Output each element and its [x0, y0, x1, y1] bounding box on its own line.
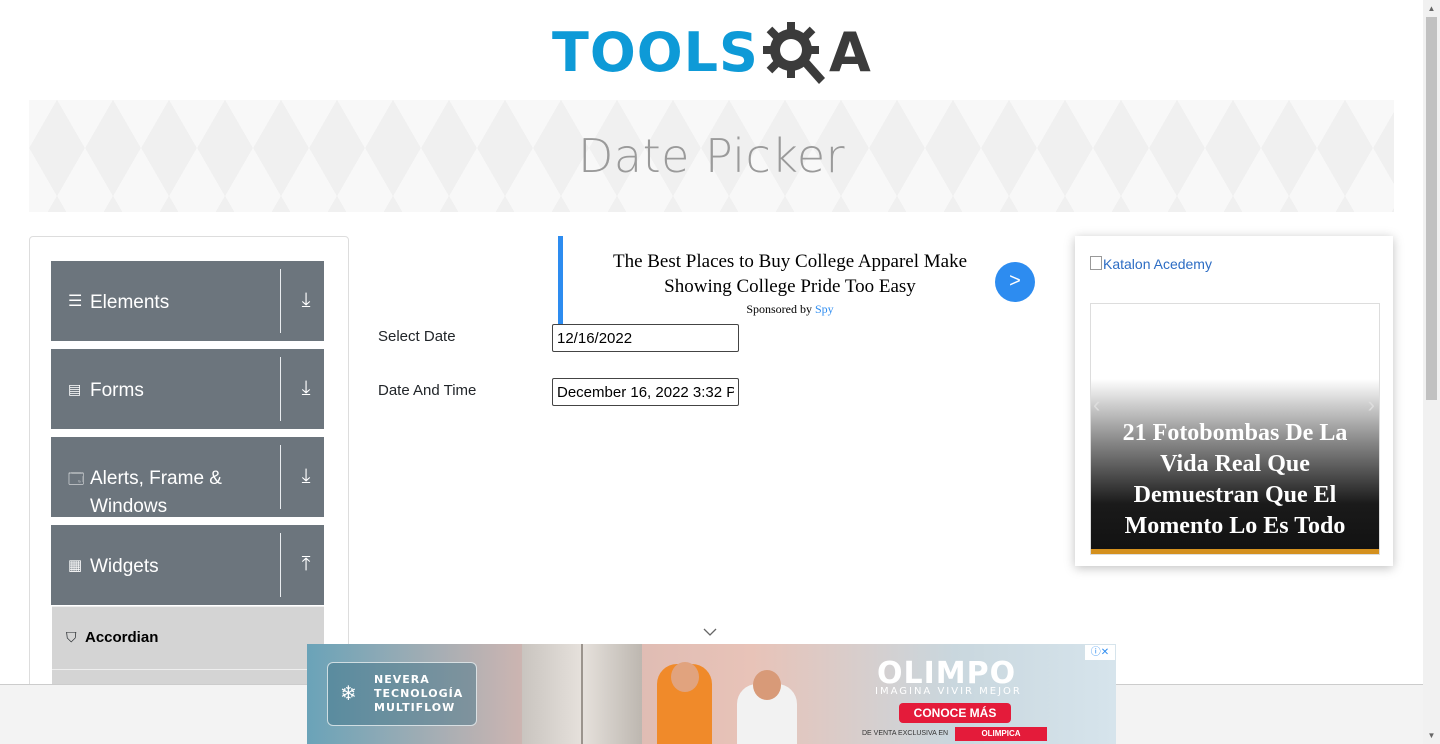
gear-magnifier-icon — [762, 22, 825, 84]
sidebar-item-accordian[interactable]: ⛉ Accordian — [52, 606, 324, 669]
divider — [280, 357, 281, 421]
date-and-time-label: Date And Time — [378, 382, 477, 399]
chevron-down-icon[interactable] — [702, 626, 718, 638]
widgets-icon: ▦ — [68, 557, 83, 574]
logo-tools-text: TOOLS — [552, 21, 759, 84]
katalon-broken-image-link[interactable]: Katalon Acedemy — [1090, 256, 1212, 272]
logo-qa-text: A — [828, 21, 871, 84]
broken-image-icon — [1090, 256, 1102, 270]
broken-image-alt: Katalon Acedemy — [1103, 256, 1212, 272]
fridge-door-line — [581, 644, 583, 744]
ad-frame[interactable]: ‹ › 21 Fotobombas De La Vida Real Que De… — [1090, 303, 1380, 555]
nevera-text: NEVERA TECNOLOGÍA MULTIFLOW — [374, 673, 464, 714]
person-head — [753, 670, 781, 700]
window-icon: 🗔 — [68, 471, 85, 488]
snowflake-icon: ❄ — [340, 683, 357, 705]
date-and-time-input[interactable] — [552, 378, 739, 406]
nav-group-label: Elements — [90, 292, 170, 313]
exclusive-text: DE VENTA EXCLUSIVA EN — [862, 730, 949, 737]
sponsored-by: Sponsored by Spy — [585, 302, 995, 317]
person-image — [737, 670, 797, 744]
nav-group-forms[interactable]: ▤ Forms ⤓ — [51, 349, 324, 429]
select-date-input[interactable] — [552, 324, 739, 352]
sponsored-ad[interactable]: The Best Places to Buy College Apparel M… — [558, 236, 1043, 326]
nav-group-label: Forms — [90, 380, 144, 401]
sponsored-by-prefix: Sponsored by — [746, 302, 812, 316]
sidebar-item-label: Accordian — [85, 629, 159, 646]
nav-group-alerts-frame-windows[interactable]: 🗔 Alerts, Frame & Windows ⤓ — [51, 437, 324, 517]
html5-shield-icon: ⛉ — [66, 629, 77, 645]
bottom-ad-banner[interactable]: ❄ NEVERA TECNOLOGÍA MULTIFLOW OLIMPO IMA… — [307, 644, 1116, 744]
divider — [280, 533, 281, 597]
divider — [280, 445, 281, 509]
select-date-label: Select Date — [378, 328, 456, 345]
vertical-scrollbar[interactable]: ▲ ▼ — [1423, 0, 1440, 744]
nav-group-widgets[interactable]: ▦ Widgets ⤒ — [51, 525, 324, 605]
hamburger-icon: ☰ — [68, 293, 83, 310]
scroll-down-arrow-icon[interactable]: ▼ — [1423, 727, 1440, 744]
document-icon: ▤ — [68, 381, 82, 397]
ad-headline[interactable]: 21 Fotobombas De La Vida Real Que Demues… — [1097, 418, 1373, 542]
expand-arrow-icon[interactable]: ⤓ — [288, 465, 324, 493]
expand-arrow-icon[interactable]: ⤓ — [288, 289, 324, 317]
divider — [280, 269, 281, 333]
scrollbar-thumb[interactable] — [1426, 17, 1437, 400]
right-ad-panel: Katalon Acedemy ‹ › 21 Fotobombas De La … — [1075, 236, 1393, 566]
next-arrow-button[interactable]: > — [995, 262, 1035, 302]
adchoices-close-icon[interactable]: ⓘ✕ — [1085, 645, 1115, 660]
page-banner: Date Picker — [29, 100, 1394, 212]
chevron-right-icon[interactable]: › — [1368, 392, 1375, 418]
nav-group-label: Widgets — [90, 556, 159, 577]
scroll-up-arrow-icon[interactable]: ▲ — [1423, 0, 1440, 17]
fridge-image — [522, 644, 642, 744]
ad-accent-bar — [1091, 549, 1379, 554]
nav-group-label: Alerts, Frame & Windows — [90, 468, 222, 517]
left-nav-panel: ☰ Elements ⤓ ▤ Forms ⤓ 🗔 Alerts, Frame &… — [29, 236, 349, 744]
page-title: Date Picker — [577, 129, 846, 183]
olimpica-logo: OLIMPICA — [955, 727, 1047, 741]
person-head — [671, 662, 699, 692]
sponsored-headline[interactable]: The Best Places to Buy College Apparel M… — [585, 249, 995, 299]
page: TOOLS A Date Picker ☰ Elements ⤓ ▤ Forms… — [0, 0, 1423, 744]
person-image — [657, 662, 712, 744]
chevron-left-icon[interactable]: ‹ — [1093, 392, 1100, 418]
collapse-arrow-icon[interactable]: ⤒ — [288, 553, 324, 581]
nevera-box: ❄ NEVERA TECNOLOGÍA MULTIFLOW — [327, 662, 477, 726]
toolsqa-logo[interactable]: TOOLS A — [552, 16, 871, 90]
sponsor-link[interactable]: Spy — [815, 302, 834, 316]
conoce-mas-button[interactable]: CONOCE MÁS — [899, 703, 1011, 723]
nav-group-elements[interactable]: ☰ Elements ⤓ — [51, 261, 324, 341]
expand-arrow-icon[interactable]: ⤓ — [288, 377, 324, 405]
olimpo-tagline: IMAGINA VIVIR MEJOR — [875, 686, 1022, 697]
